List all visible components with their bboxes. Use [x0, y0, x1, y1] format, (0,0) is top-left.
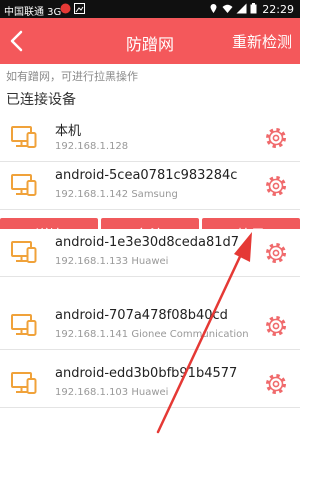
hint-text: 如有蹭网，可进行拉黑操作 — [6, 70, 138, 83]
gear-icon[interactable] — [264, 174, 288, 198]
clock-text: 22:29 — [262, 3, 294, 16]
device-info: 192.168.1.141 Gionee Communication — [55, 329, 249, 340]
device-row[interactable]: android-707a478f08b40cd 192.168.1.141 Gi… — [0, 302, 300, 350]
device-row[interactable]: android-5cea0781c983284c 192.168.1.142 S… — [0, 162, 300, 210]
gear-icon[interactable] — [264, 241, 288, 265]
device-row[interactable]: 本机 192.168.1.128 — [0, 114, 300, 162]
location-icon — [210, 4, 217, 13]
device-info: 192.168.1.133 Huawei — [55, 256, 169, 267]
device-name: android-5cea0781c983284c — [55, 168, 238, 183]
devices-icon — [11, 126, 37, 148]
gear-icon[interactable] — [264, 372, 288, 396]
devices-icon — [11, 241, 37, 263]
device-info: 192.168.1.103 Huawei — [55, 387, 169, 398]
device-name: android-1e3e30d8ceda81d7 — [55, 235, 240, 250]
wifi-icon — [222, 4, 233, 13]
gear-icon[interactable] — [264, 126, 288, 150]
device-name: android-707a478f08b40cd — [55, 308, 228, 323]
device-row[interactable]: android-edd3b0bfb91b4577 192.168.1.103 H… — [0, 360, 300, 408]
status-bar: 中国联通 3G 22:29 — [0, 0, 300, 18]
image-icon — [74, 3, 85, 14]
device-name: 本机 — [55, 124, 82, 139]
section-title: 已连接设备 — [6, 92, 76, 108]
battery-icon — [250, 3, 257, 14]
signal-icon — [236, 3, 247, 14]
devices-icon — [11, 174, 37, 196]
gear-icon[interactable] — [264, 314, 288, 338]
device-name: android-edd3b0bfb91b4577 — [55, 366, 238, 381]
title-bar: 防蹭网 重新检测 — [0, 18, 300, 64]
notification-icon — [60, 3, 71, 14]
carrier-text: 中国联通 3G — [4, 7, 62, 18]
devices-icon — [11, 314, 37, 336]
device-info: 192.168.1.142 Samsung — [55, 189, 178, 200]
device-info: 192.168.1.128 — [55, 141, 129, 152]
device-row[interactable]: android-1e3e30d8ceda81d7 192.168.1.133 H… — [0, 229, 300, 277]
devices-icon — [11, 372, 37, 394]
recheck-button[interactable]: 重新检测 — [232, 31, 292, 52]
